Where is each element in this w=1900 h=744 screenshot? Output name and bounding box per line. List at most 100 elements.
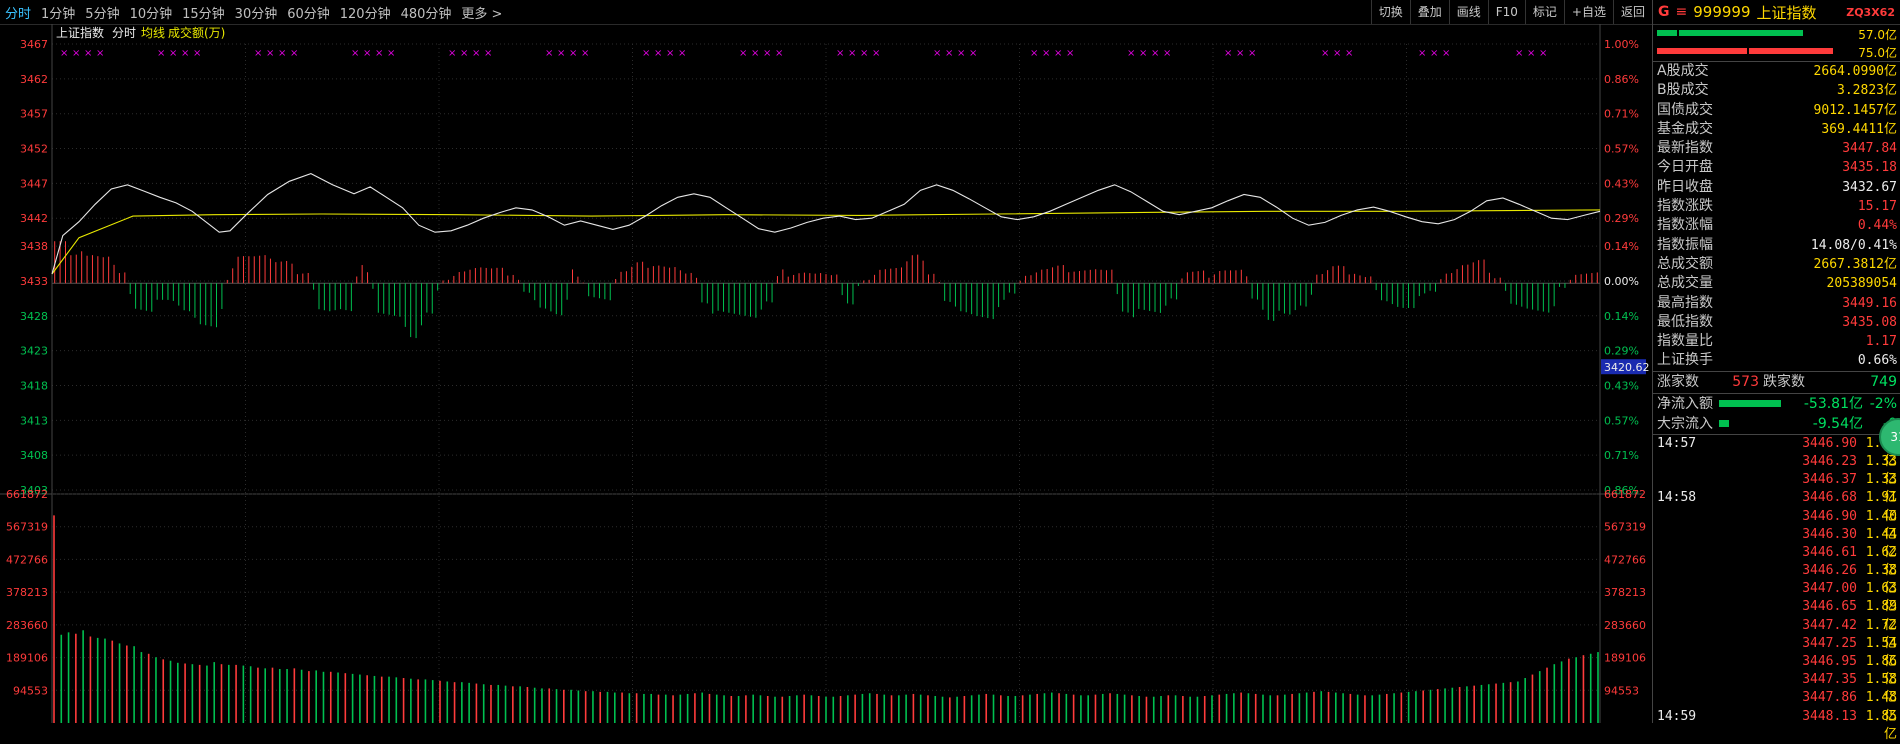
summary-list: A股成交 2664.0990亿 B股成交 3.2823亿 国债成交 9012.1457亿基… (1653, 62, 1900, 371)
volume-tick-label: 378213 (6, 586, 48, 599)
summary-label: 最新指数 (1657, 140, 1713, 157)
summary-label: 上证换手 (1657, 352, 1713, 369)
summary-row: 今日开盘 3435.18 (1653, 158, 1900, 177)
tool-button[interactable]: 画线 (1448, 0, 1488, 24)
summary-label: 今日开盘 (1657, 159, 1713, 176)
tick-amount: 1.86亿 (1865, 654, 1897, 688)
tick-time (1657, 689, 1737, 707)
pct-tick-label: 1.00% (1604, 38, 1639, 51)
summary-row: 总成交额 2667.3812亿 (1653, 255, 1900, 274)
tick-list[interactable]: 14:573446.901.81亿3446.231.33亿3446.371.33… (1653, 435, 1900, 742)
tool-button[interactable]: +自选 (1563, 0, 1613, 24)
trade-marker: × (157, 48, 165, 59)
pct-tick-label: 0.00% (1604, 275, 1639, 288)
menu-icon[interactable]: ≡ (1676, 4, 1688, 20)
trade-marker: × (193, 48, 201, 59)
trade-marker: × (860, 48, 868, 59)
tick-time (1657, 453, 1737, 471)
period-tab[interactable]: 30分钟 (230, 3, 283, 22)
tick-amount: 1.63亿 (1865, 581, 1897, 615)
trade-marker: × (363, 48, 371, 59)
period-tab[interactable]: 1分钟 (36, 3, 80, 22)
chart-index-name: 上证指数 (56, 25, 104, 40)
price-tick-label: 3423 (20, 345, 48, 358)
trade-marker: × (375, 48, 383, 59)
trade-marker: × (933, 48, 941, 59)
tick-row: 14:59 3448.13 1.85亿 (1657, 708, 1897, 742)
period-tab[interactable]: 分时 (0, 3, 36, 22)
trade-marker: × (957, 48, 965, 59)
trade-marker: × (569, 48, 577, 59)
period-tab[interactable]: 120分钟 (335, 3, 396, 22)
summary-row: 最高指数 3449.16 (1653, 294, 1900, 313)
quote-panel: G ≡ 999999 上证指数 ZQ3X62 57.0亿 75.0亿 A股成交 2… (1652, 0, 1900, 742)
pct-tick-label: 0.43% (1604, 379, 1639, 392)
security-code: 999999 (1693, 3, 1751, 21)
tick-time (1657, 653, 1737, 671)
price-tick-label: 3467 (20, 38, 48, 51)
tick-amount: 1.58亿 (1865, 672, 1897, 706)
period-tab[interactable]: 15分钟 (177, 3, 230, 22)
tick-row: 3446.61 1.62亿 (1657, 544, 1897, 578)
tick-price: 3447.42 (1802, 617, 1857, 633)
tick-time (1657, 562, 1737, 580)
period-tab[interactable]: 60分钟 (282, 3, 335, 22)
flow-bar-row-red: 75.0亿 (1653, 43, 1900, 61)
period-tab[interactable]: 5分钟 (80, 3, 124, 22)
tick-price: 3446.90 (1802, 508, 1857, 524)
flow-bar (1657, 48, 1747, 54)
summary-value: 3435.08 (1842, 314, 1897, 330)
tool-button[interactable]: 叠加 (1409, 0, 1449, 24)
trade-marker: × (1418, 48, 1426, 59)
period-toolbar: 分时 1分钟 5分钟 10分钟 15分钟 30分钟 60分钟 120分钟 480分钟 更多 > 切… (0, 0, 1652, 25)
trade-marker: × (1236, 48, 1244, 59)
tick-price: 3446.37 (1802, 472, 1857, 488)
tick-row: 3446.37 1.33亿 (1657, 471, 1897, 505)
trade-marker: × (1151, 48, 1159, 59)
summary-value: 2667.3812亿 (1813, 256, 1897, 272)
pct-tick-label: 0.29% (1604, 345, 1639, 358)
summary-label: 国债成交 (1657, 101, 1713, 118)
trade-marker: × (836, 48, 844, 59)
trade-marker: × (351, 48, 359, 59)
volume-tick-label-right: 283660 (1604, 619, 1646, 632)
flow-bar (1657, 30, 1677, 36)
tool-button[interactable]: 标记 (1524, 0, 1564, 24)
tool-button[interactable]: 返回 (1612, 0, 1652, 24)
summary-label: 指数涨幅 (1657, 217, 1713, 234)
trade-marker: × (278, 48, 286, 59)
summary-value: 14.08/0.41% (1810, 237, 1897, 253)
tick-row: 3447.35 1.58亿 (1657, 671, 1897, 706)
tick-price: 3447.25 (1802, 635, 1857, 651)
flow-value: -9.54亿 (1812, 415, 1863, 432)
tick-time (1657, 544, 1737, 562)
price-tick-label: 3408 (20, 449, 48, 462)
price-tick-label: 3442 (20, 212, 48, 225)
volume-tick-label-right: 661872 (1604, 488, 1646, 501)
tool-button[interactable]: 切换 (1370, 0, 1410, 24)
flow-bar-row-green: 57.0亿 (1653, 25, 1900, 43)
trade-marker: × (1127, 48, 1135, 59)
summary-row: 指数涨跌 15.17 (1653, 197, 1900, 216)
tick-price: 3447.00 (1802, 581, 1857, 597)
pct-tick-label: 0.71% (1604, 449, 1639, 462)
flow-value: -53.81亿 (1803, 395, 1863, 412)
summary-label: 指数量比 (1657, 333, 1713, 350)
summary-row: 上证换手 0.66% (1653, 351, 1900, 370)
trade-marker: × (1066, 48, 1074, 59)
tick-price: 3446.23 (1802, 453, 1857, 469)
pct-tick-label: 0.71% (1604, 108, 1639, 121)
summary-label: 最低指数 (1657, 313, 1713, 330)
trade-marker: × (739, 48, 747, 59)
tool-button[interactable]: F10 (1487, 0, 1525, 24)
tick-time (1657, 526, 1737, 544)
intraday-chart[interactable]: 上证指数 分时 均线 成交额(万) 3467 1.00% 3462 0.86% 3457 0.71… (0, 24, 1652, 723)
period-tab[interactable]: 10分钟 (125, 3, 178, 22)
period-tab[interactable]: 更多 > (456, 3, 507, 22)
tick-row: 3447.00 1.63亿 (1657, 580, 1897, 615)
period-tab[interactable]: 480分钟 (396, 3, 457, 22)
price-tick-label: 3457 (20, 108, 48, 121)
pct-tick-label: 0.57% (1604, 143, 1639, 156)
summary-value: 3449.16 (1842, 295, 1897, 311)
tick-price: 3446.95 (1802, 654, 1857, 669)
